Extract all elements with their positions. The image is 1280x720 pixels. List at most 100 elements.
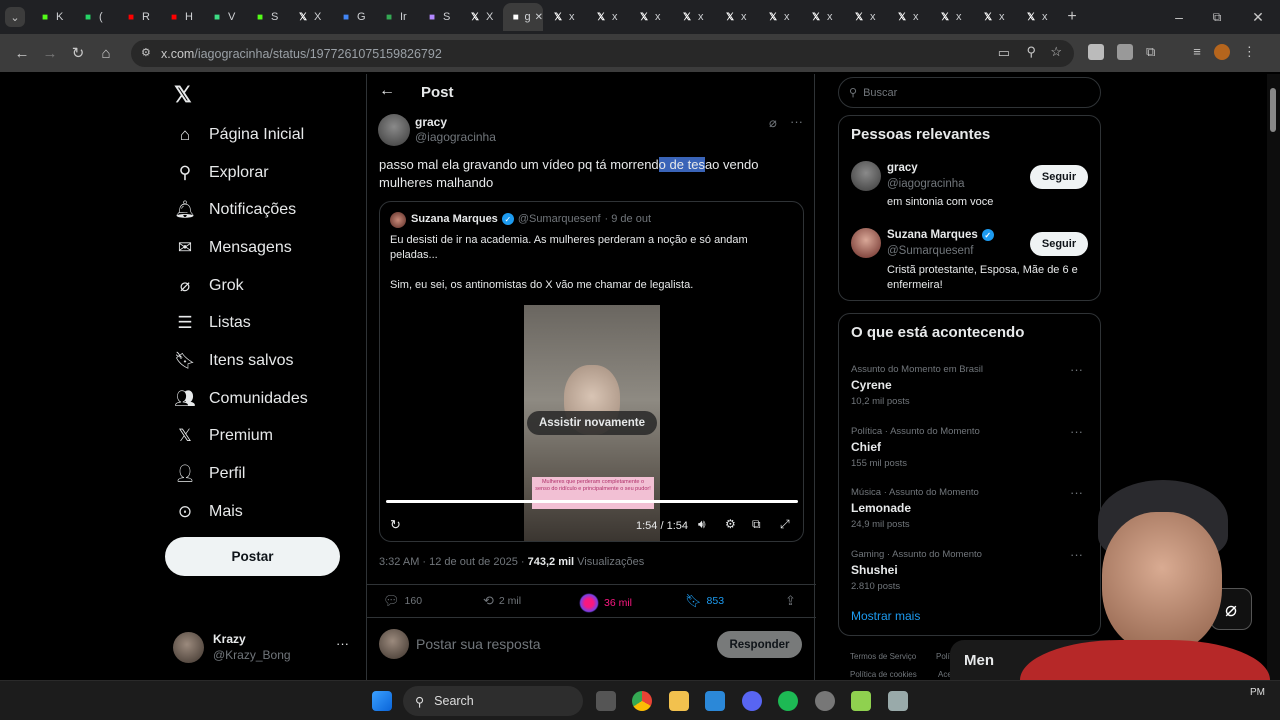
avatar[interactable] — [851, 228, 881, 258]
more-options-icon[interactable]: ··· — [790, 114, 803, 129]
browser-tab[interactable]: ■ R — [116, 3, 159, 31]
fullscreen-icon[interactable]: ⤢ — [780, 517, 790, 532]
repost-button[interactable]: ⟲ 2 mil — [483, 593, 521, 609]
browser-tab[interactable]: ■ g ✕ — [503, 3, 543, 31]
post-button[interactable]: Postar — [165, 537, 340, 576]
settings-icon[interactable]: ⚙ — [725, 517, 736, 531]
minimize-button[interactable]: – — [1160, 9, 1198, 25]
nav-item[interactable]: ⌂ Página Inicial — [165, 116, 355, 154]
new-tab-button[interactable]: + — [1059, 8, 1085, 26]
browser-tab[interactable]: 𝕏x — [973, 3, 1016, 31]
browser-tab[interactable]: 𝕏X — [288, 3, 331, 31]
address-bar[interactable]: ⚙ x.com/iagogracinha/status/197726107515… — [131, 40, 1074, 67]
app-icon[interactable] — [851, 691, 871, 711]
task-view-icon[interactable] — [596, 691, 616, 711]
footer-link[interactable]: Política de cookies — [850, 670, 917, 679]
browser-tab[interactable]: 𝕏x — [844, 3, 887, 31]
browser-tab[interactable]: ■ S — [245, 3, 288, 31]
bookmark-button[interactable]: 🔖︎ 853 — [685, 593, 724, 609]
forward-button[interactable]: → — [36, 45, 64, 62]
nav-item[interactable]: ⌀ Grok — [165, 267, 355, 305]
nav-item[interactable]: 𝕏 Premium — [165, 418, 355, 456]
browser-tab[interactable]: ■ H — [159, 3, 202, 31]
browser-tab[interactable]: 𝕏x — [887, 3, 930, 31]
bookmark-star-icon[interactable]: ☆ — [1050, 44, 1062, 60]
reply-submit-button[interactable]: Responder — [717, 631, 802, 658]
browser-tab[interactable]: 𝕏x — [586, 3, 629, 31]
store-icon[interactable] — [705, 691, 725, 711]
close-tab-icon[interactable]: ✕ — [535, 12, 543, 23]
taskbar-search[interactable]: ⚲ Search — [403, 686, 583, 716]
follow-button[interactable]: Seguir — [1030, 232, 1088, 256]
tab-search-button[interactable]: ⌄ — [0, 0, 30, 34]
app-icon[interactable] — [815, 691, 835, 711]
footer-link[interactable]: Termos de Serviço — [850, 652, 916, 661]
back-button[interactable]: ← — [8, 45, 36, 62]
browser-tab[interactable]: ■ K — [30, 3, 73, 31]
browser-tab[interactable]: ■ G — [331, 3, 374, 31]
browser-tab[interactable]: 𝕏x — [1016, 3, 1059, 31]
home-button[interactable]: ⌂ — [92, 45, 120, 62]
nav-item[interactable]: 👤︎ Perfil — [165, 455, 355, 493]
author-name[interactable]: gracy — [415, 115, 447, 129]
show-more-link[interactable]: Mostrar mais — [851, 609, 920, 623]
nav-item[interactable]: 👥︎ Comunidades — [165, 380, 355, 418]
video-progress-bar[interactable] — [386, 500, 798, 503]
picture-in-picture-icon[interactable]: ⧉ — [752, 517, 761, 532]
quoted-post[interactable]: Suzana Marques ✓ @Sumarquesenf · 9 de ou… — [379, 201, 804, 542]
browser-tab[interactable]: 𝕏X — [460, 3, 503, 31]
extension-icon-2[interactable] — [1117, 44, 1133, 60]
calculator-icon[interactable] — [888, 691, 908, 711]
grok-icon[interactable]: ⌀ — [769, 115, 777, 131]
like-button[interactable]: 36 mil — [579, 593, 632, 613]
nav-item[interactable]: ✉ Mensagens — [165, 229, 355, 267]
discord-icon[interactable] — [742, 691, 762, 711]
extension-icon[interactable] — [1088, 44, 1104, 60]
browser-tab[interactable]: 𝕏x — [715, 3, 758, 31]
spotify-icon[interactable] — [778, 691, 798, 711]
nav-item[interactable]: ⚲ Explorar — [165, 154, 355, 192]
more-icon[interactable]: ··· — [1070, 362, 1083, 377]
browser-tab[interactable]: ■( — [73, 3, 116, 31]
nav-item[interactable]: 🔖︎ Itens salvos — [165, 342, 355, 380]
trend-item[interactable]: Política · Assunto do Momento Chief 155 mi… — [851, 424, 1091, 469]
reply-input[interactable]: Postar sua resposta — [416, 636, 541, 652]
trend-item[interactable]: Assunto do Momento em Brasil Cyrene 10,2 m… — [851, 362, 1091, 407]
browser-tab[interactable]: ■ S — [417, 3, 460, 31]
start-icon[interactable] — [372, 691, 392, 711]
browser-tab[interactable]: 𝕏x — [543, 3, 586, 31]
author-avatar[interactable] — [378, 114, 410, 146]
search-input[interactable]: ⚲ Buscar — [838, 77, 1101, 108]
footer-link[interactable]: Polí — [936, 652, 950, 661]
restore-button[interactable]: ⧉ — [1198, 10, 1236, 25]
browser-tab[interactable]: 𝕏x — [930, 3, 973, 31]
reload-button[interactable]: ↻ — [64, 44, 92, 62]
replay-icon[interactable]: ↻ — [390, 517, 401, 533]
browser-tab[interactable]: 𝕏x — [672, 3, 715, 31]
account-switcher[interactable]: Krazy @Krazy_Bong ··· — [173, 630, 358, 664]
share-button[interactable]: ⇪ — [785, 593, 796, 609]
nav-item[interactable]: ⊙ Mais — [165, 493, 355, 531]
reply-button[interactable]: 💬︎ 160 — [383, 593, 422, 609]
messages-drawer-label[interactable]: Men — [964, 652, 994, 669]
install-app-icon[interactable]: ▭ — [998, 45, 1010, 61]
browser-tab[interactable]: 𝕏x — [629, 3, 672, 31]
person-name[interactable]: Suzana Marques — [887, 229, 978, 241]
nav-item[interactable]: ☰ Listas — [165, 304, 355, 342]
puzzle-icon[interactable]: ⧉ — [1146, 44, 1155, 60]
browser-tab[interactable]: 𝕏x — [801, 3, 844, 31]
browser-tab[interactable]: ■ V — [202, 3, 245, 31]
more-icon[interactable]: ··· — [1070, 424, 1083, 439]
browser-menu-icon[interactable]: ⋮ — [1243, 44, 1256, 60]
close-window-button[interactable]: ✕ — [1236, 9, 1280, 26]
x-logo-icon[interactable]: 𝕏 — [174, 82, 192, 108]
avatar[interactable] — [851, 161, 881, 191]
browser-tab[interactable]: ■ Ir — [374, 3, 417, 31]
browser-tab[interactable]: 𝕏x — [758, 3, 801, 31]
site-info-icon[interactable]: ⚙ — [141, 46, 151, 59]
back-arrow-icon[interactable]: ← — [379, 82, 395, 100]
person-name[interactable]: gracy — [887, 162, 918, 174]
follow-button[interactable]: Seguir — [1030, 165, 1088, 189]
file-explorer-icon[interactable] — [669, 691, 689, 711]
profile-avatar-icon[interactable] — [1213, 44, 1230, 60]
